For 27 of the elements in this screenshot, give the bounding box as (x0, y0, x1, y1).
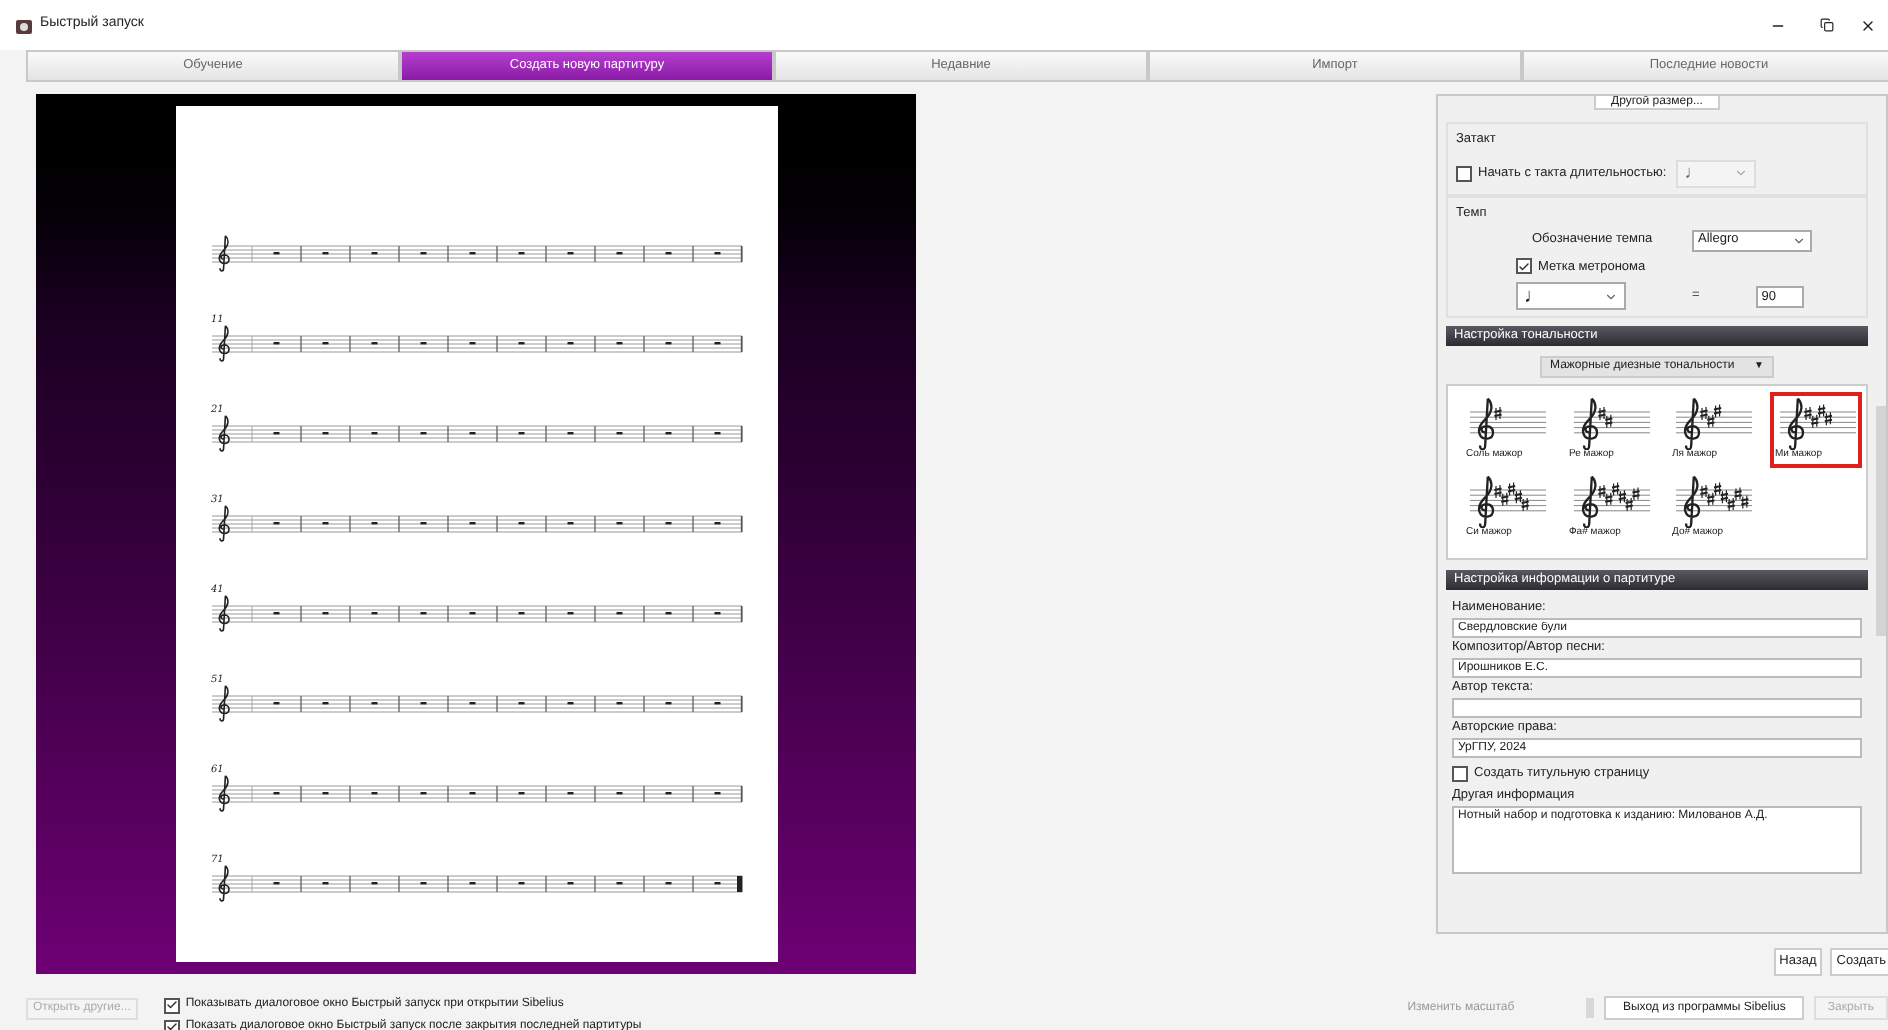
treble-clef-icon (1683, 398, 1701, 451)
checkbox[interactable] (163, 997, 180, 1013)
treble-clef-icon (217, 775, 229, 812)
chevron-down-icon (1792, 233, 1806, 247)
chevron-down-icon (1734, 166, 1749, 181)
checkbox[interactable] (1452, 766, 1468, 783)
treble-clef-icon (217, 595, 229, 632)
check-icon (1518, 259, 1530, 274)
treble-clef-icon (217, 235, 229, 272)
chevron-down-icon (1604, 289, 1618, 304)
app-icon (16, 17, 32, 33)
treble-clef-icon (217, 685, 229, 722)
checkbox[interactable] (1456, 165, 1472, 182)
treble-clef-icon (217, 325, 229, 362)
treble-clef-icon (1580, 398, 1598, 451)
treble-clef-icon (217, 865, 229, 902)
checkbox[interactable] (1516, 258, 1532, 275)
treble-clef-icon (1683, 476, 1701, 529)
treble-clef-icon (1477, 476, 1495, 529)
checkbox[interactable] (163, 1019, 180, 1030)
treble-clef-icon (217, 415, 229, 452)
text-field[interactable] (1452, 698, 1862, 719)
treble-clef-icon (1580, 476, 1598, 529)
treble-clef-icon (1477, 398, 1495, 451)
treble-clef-icon (1786, 398, 1804, 451)
treble-clef-icon (217, 505, 229, 542)
note-dropdown[interactable]: ♩ (1516, 282, 1626, 311)
